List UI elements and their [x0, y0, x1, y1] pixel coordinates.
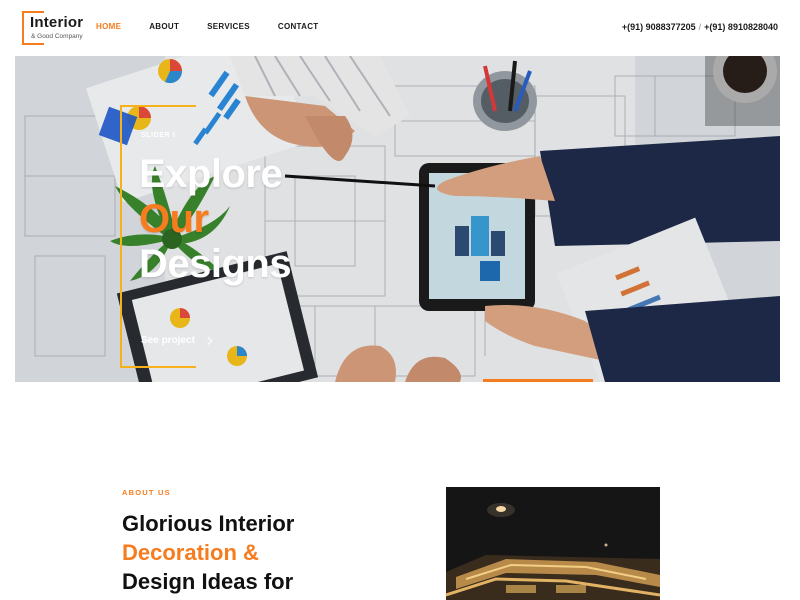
see-project-label: See project: [141, 335, 195, 346]
main-nav: HOME ABOUT SERVICES CONTACT: [96, 22, 347, 31]
nav-item-about[interactable]: ABOUT: [149, 22, 179, 31]
about-section-label: ABOUT US: [122, 488, 171, 497]
hero-slider: SLIDER I Explore Our Designs See project: [15, 56, 780, 382]
hero-title-line-3: Designs: [139, 242, 292, 286]
hero-title: Explore Our Designs: [139, 152, 292, 287]
contact-phones: +(91) 9088377205/+(91) 8910828040: [622, 22, 778, 32]
about-heading-line-2: Decoration &: [122, 540, 259, 565]
nav-item-services[interactable]: SERVICES: [207, 22, 250, 31]
brand-name: Interior: [30, 14, 84, 31]
brand-tagline: & Good Company: [31, 33, 83, 40]
phone-number-2[interactable]: +(91) 8910828040: [704, 22, 778, 32]
site-header: Interior & Good Company HOME ABOUT SERVI…: [0, 0, 800, 56]
about-heading-line-1: Glorious Interior: [122, 511, 295, 536]
chevron-right-icon: [203, 336, 213, 345]
about-heading: Glorious Interior Decoration & Design Id…: [122, 509, 294, 596]
nav-item-contact[interactable]: CONTACT: [278, 22, 319, 31]
phone-number-1[interactable]: +(91) 9088377205: [622, 22, 696, 32]
see-project-button[interactable]: See project: [141, 335, 213, 346]
phone-separator: /: [698, 22, 702, 32]
about-heading-line-3: Design Ideas for: [122, 569, 294, 594]
nav-item-home[interactable]: HOME: [96, 22, 121, 31]
slider-label: SLIDER I: [141, 132, 176, 139]
brand-logo[interactable]: Interior & Good Company: [22, 11, 84, 45]
slider-progress-bar: [483, 379, 593, 382]
hero-title-line-1: Explore: [139, 152, 283, 196]
about-interior-image: [446, 487, 660, 600]
hero-title-line-2: Our: [139, 197, 209, 241]
